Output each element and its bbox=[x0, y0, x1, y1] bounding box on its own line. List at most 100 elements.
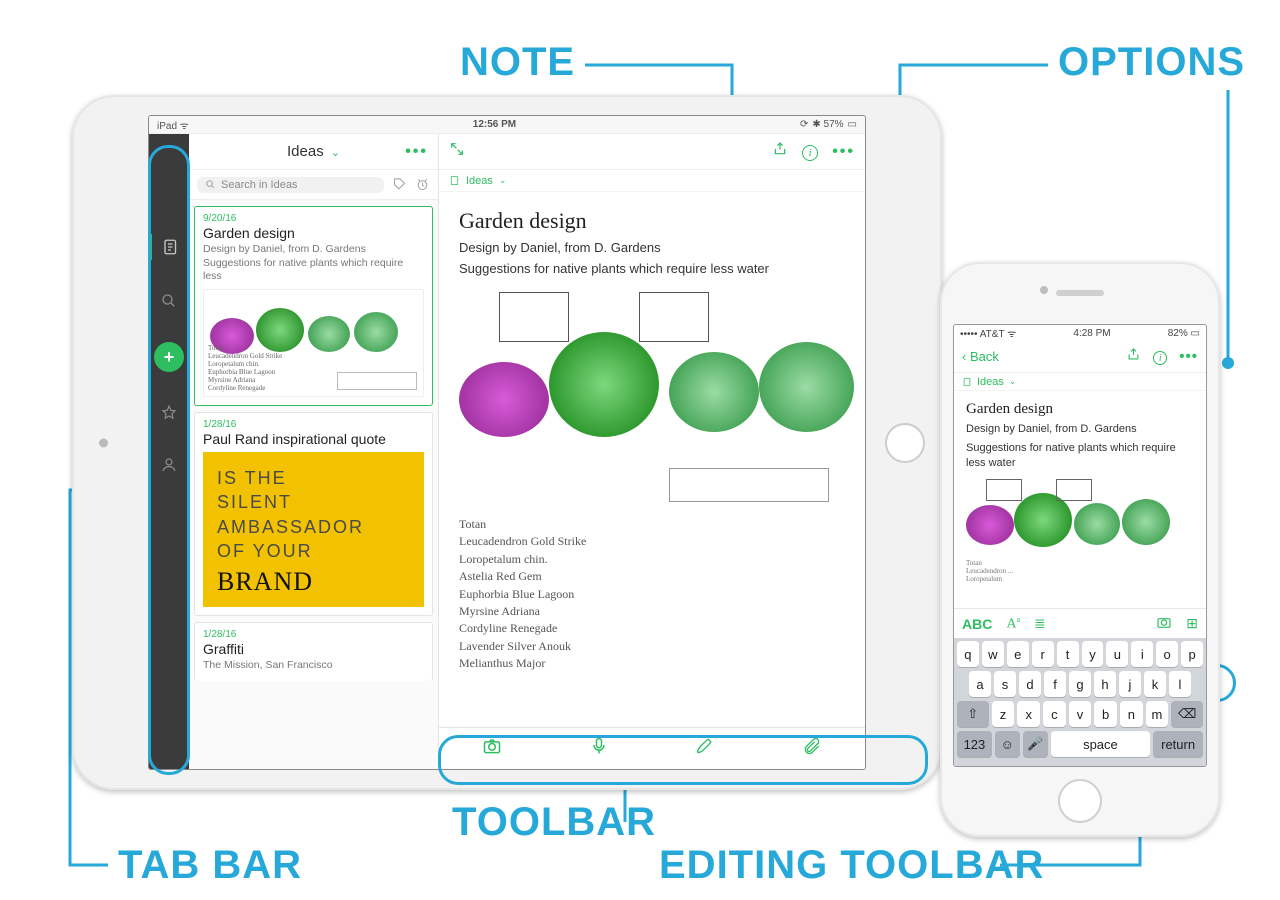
key-h[interactable]: h bbox=[1094, 671, 1116, 697]
keyboard-row: asdfghjkl bbox=[957, 671, 1203, 697]
reminder-icon[interactable] bbox=[415, 177, 430, 192]
attach-icon bbox=[802, 736, 822, 756]
iphone-breadcrumb[interactable]: Ideas⌄ bbox=[954, 373, 1206, 391]
key-d[interactable]: d bbox=[1019, 671, 1041, 697]
info-button[interactable]: i bbox=[1153, 348, 1167, 366]
options-button[interactable]: ••• bbox=[1179, 348, 1198, 365]
iphone-home-button[interactable] bbox=[1058, 779, 1102, 823]
list-item-title: Garden design bbox=[203, 225, 424, 241]
key-a[interactable]: a bbox=[969, 671, 991, 697]
list-item[interactable]: 1/28/16 Graffiti The Mission, San Franci… bbox=[194, 622, 433, 681]
options-button[interactable]: ••• bbox=[832, 143, 855, 161]
iphone-note-body[interactable]: Garden design Design by Daniel, from D. … bbox=[954, 391, 1206, 608]
ipad-status-bar: iPad ᯤ 12:56 PM ⟳✱ 57%▭ bbox=[149, 116, 865, 134]
notes-icon bbox=[162, 238, 180, 256]
tag-icon[interactable] bbox=[392, 177, 407, 192]
ipad-home-button[interactable] bbox=[885, 423, 925, 463]
list-item[interactable]: 1/28/16 Paul Rand inspirational quote IS… bbox=[194, 412, 433, 616]
list-title[interactable]: Ideas ⌄ bbox=[287, 143, 340, 160]
iphone-screen: ••••• AT&T ᯤ 4:28 PM 82% ▭ ‹ Back i ••• … bbox=[953, 324, 1207, 767]
note-pane: i ••• Ideas ⌄ Garden design Design by Da… bbox=[439, 134, 865, 769]
key-z[interactable]: z bbox=[992, 701, 1015, 727]
note-body[interactable]: Garden design Design by Daniel, from D. … bbox=[439, 192, 865, 727]
list-item-date: 1/28/16 bbox=[203, 629, 424, 640]
key-g[interactable]: g bbox=[1069, 671, 1091, 697]
info-button[interactable]: i bbox=[802, 143, 818, 161]
status-left: iPad ᯤ bbox=[157, 118, 189, 132]
attach-button[interactable] bbox=[802, 736, 822, 761]
key-c[interactable]: c bbox=[1043, 701, 1066, 727]
camera-button[interactable] bbox=[482, 736, 502, 761]
notes-list-pane: Ideas ⌄ ••• Search in Ideas 9/20/16 bbox=[189, 134, 439, 769]
key-return[interactable]: return bbox=[1153, 731, 1203, 757]
callout-note: NOTE bbox=[460, 40, 575, 85]
share-button[interactable] bbox=[772, 141, 788, 162]
tab-notes[interactable] bbox=[149, 234, 189, 260]
key-k[interactable]: k bbox=[1144, 671, 1166, 697]
back-button[interactable]: ‹ Back bbox=[962, 349, 999, 364]
note-breadcrumb[interactable]: Ideas ⌄ bbox=[439, 170, 865, 192]
key-i[interactable]: i bbox=[1131, 641, 1153, 667]
key-q[interactable]: q bbox=[957, 641, 979, 667]
star-icon bbox=[160, 404, 178, 422]
key-e[interactable]: e bbox=[1007, 641, 1029, 667]
status-carrier: ••••• AT&T ᯤ bbox=[960, 326, 1016, 340]
expand-icon bbox=[449, 141, 465, 157]
key-m[interactable]: m bbox=[1146, 701, 1169, 727]
key-j[interactable]: j bbox=[1119, 671, 1141, 697]
key-n[interactable]: n bbox=[1120, 701, 1143, 727]
tab-account[interactable] bbox=[158, 454, 180, 476]
tab-add[interactable]: + bbox=[154, 342, 184, 372]
key-s[interactable]: s bbox=[994, 671, 1016, 697]
key-t[interactable]: t bbox=[1057, 641, 1079, 667]
keyboard-row: 123 ☺ 🎤 space return bbox=[957, 731, 1203, 757]
key-o[interactable]: o bbox=[1156, 641, 1178, 667]
keyboard-row: ⇧zxcvbnm⌫ bbox=[957, 701, 1203, 727]
key-emoji[interactable]: ☺ bbox=[995, 731, 1020, 757]
person-icon bbox=[160, 456, 178, 474]
callout-editing-toolbar: EDITING TOOLBAR bbox=[659, 843, 1044, 888]
search-placeholder: Search in Ideas bbox=[221, 179, 297, 191]
add-button[interactable]: ⊞ bbox=[1186, 615, 1198, 632]
abc-button[interactable]: ABC bbox=[962, 616, 992, 632]
note-handwriting: Totan Leucadendron Gold Strike Loropetal… bbox=[459, 516, 845, 673]
key-⌫[interactable]: ⌫ bbox=[1171, 701, 1203, 727]
key-f[interactable]: f bbox=[1044, 671, 1066, 697]
list-item-date: 9/20/16 bbox=[203, 213, 424, 224]
key-y[interactable]: y bbox=[1082, 641, 1104, 667]
key-space[interactable]: space bbox=[1051, 731, 1151, 757]
key-w[interactable]: w bbox=[982, 641, 1004, 667]
callout-toolbar: TOOLBAR bbox=[452, 800, 656, 845]
note-image: TotanLeucadendron ...Loropetalum bbox=[966, 479, 1194, 569]
search-input[interactable]: Search in Ideas bbox=[197, 177, 384, 193]
tab-shortcuts[interactable] bbox=[158, 402, 180, 424]
audio-button[interactable] bbox=[589, 736, 609, 761]
camera-button[interactable] bbox=[1156, 614, 1172, 633]
camera-icon bbox=[1156, 614, 1172, 630]
key-mic[interactable]: 🎤 bbox=[1023, 731, 1048, 757]
format-button[interactable]: Aa bbox=[1006, 615, 1020, 633]
list-more-button[interactable]: ••• bbox=[405, 143, 428, 161]
expand-button[interactable] bbox=[449, 141, 465, 162]
key-p[interactable]: p bbox=[1181, 641, 1203, 667]
key-b[interactable]: b bbox=[1094, 701, 1117, 727]
key-x[interactable]: x bbox=[1017, 701, 1040, 727]
status-right: ⟳✱ 57%▭ bbox=[800, 119, 857, 130]
list-item[interactable]: 9/20/16 Garden design Design by Daniel, … bbox=[194, 206, 433, 406]
key-numbers[interactable]: 123 bbox=[957, 731, 992, 757]
notebook-icon bbox=[962, 377, 972, 387]
key-⇧[interactable]: ⇧ bbox=[957, 701, 989, 727]
share-button[interactable] bbox=[1126, 347, 1141, 366]
chevron-down-icon: ⌄ bbox=[1009, 376, 1017, 387]
keyboard-row: qwertyuiop bbox=[957, 641, 1203, 667]
key-l[interactable]: l bbox=[1169, 671, 1191, 697]
chevron-down-icon: ⌄ bbox=[328, 147, 340, 159]
list-button[interactable]: ≣ bbox=[1034, 615, 1046, 632]
tab-search[interactable] bbox=[158, 290, 180, 312]
key-v[interactable]: v bbox=[1069, 701, 1092, 727]
key-r[interactable]: r bbox=[1032, 641, 1054, 667]
iphone-top-bar: ‹ Back i ••• bbox=[954, 341, 1206, 373]
list-item-thumbnail: IS THE SILENT AMBASSADOR OF YOUR BRAND bbox=[203, 452, 424, 607]
sketch-button[interactable] bbox=[695, 736, 715, 761]
key-u[interactable]: u bbox=[1106, 641, 1128, 667]
